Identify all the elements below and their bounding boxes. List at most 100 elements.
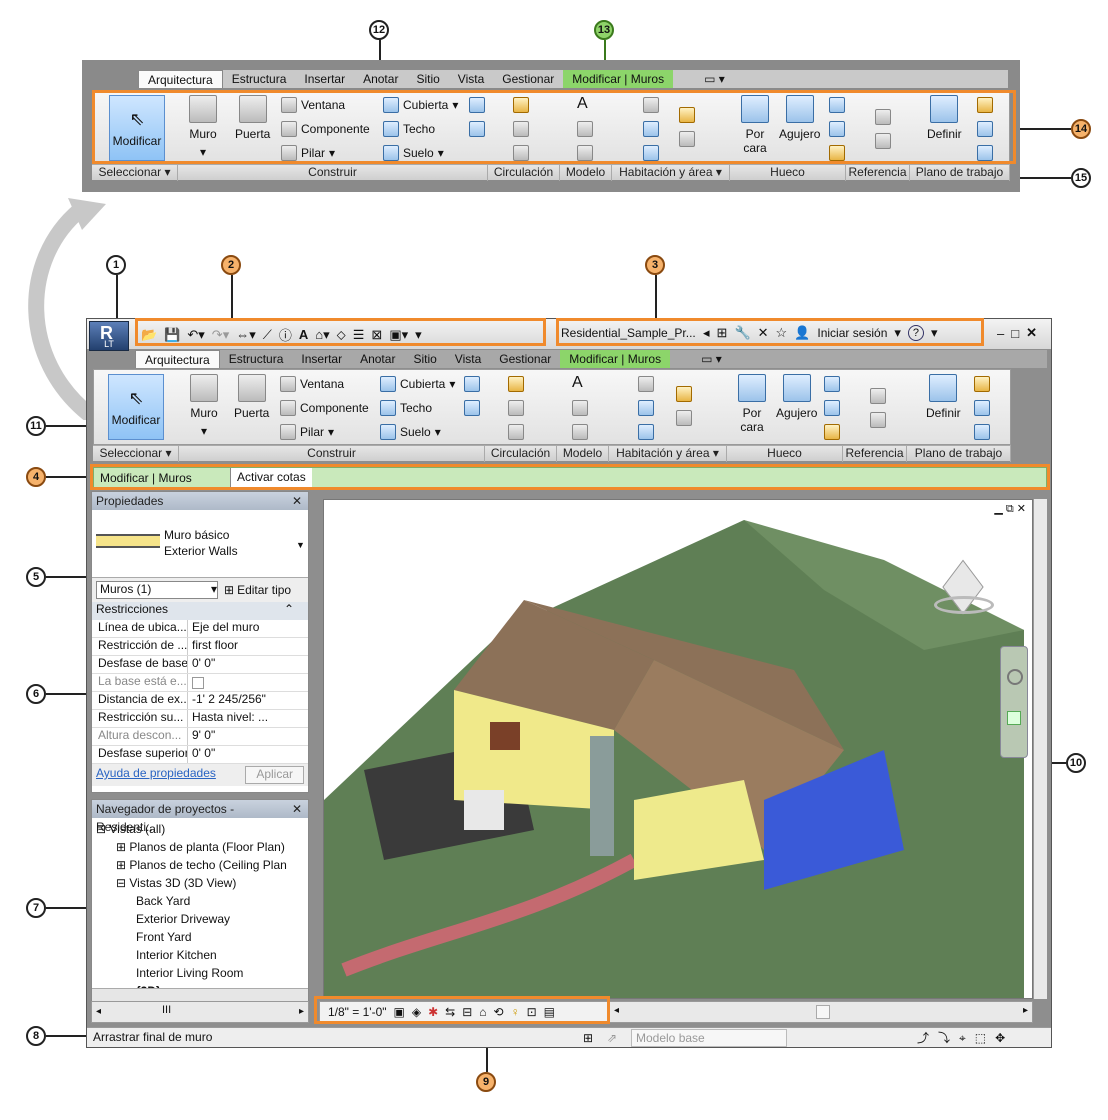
- browser-close-icon[interactable]: ✕: [292, 800, 302, 818]
- main-tab-vista[interactable]: Vista: [446, 350, 490, 368]
- app-menu-button[interactable]: R LT: [89, 321, 129, 351]
- zoom-icon[interactable]: [1007, 711, 1021, 725]
- properties-help-link[interactable]: Ayuda de propiedades: [96, 766, 216, 784]
- browser-tree-item[interactable]: Back Yard: [92, 892, 308, 910]
- main-grid-icon[interactable]: [870, 412, 886, 428]
- browser-tree-item[interactable]: Front Yard: [92, 928, 308, 946]
- steering-wheel-icon[interactable]: [1007, 669, 1023, 685]
- navigation-bar[interactable]: [1000, 646, 1028, 758]
- browser-scroll-controls[interactable]: ◂ III ▸: [91, 1001, 309, 1023]
- maximize-icon[interactable]: □: [1011, 326, 1019, 341]
- drawing-area[interactable]: ▁ ⧉ ✕: [323, 499, 1033, 999]
- main-tab-gestionar[interactable]: Gestionar: [490, 350, 560, 368]
- main-panel-select[interactable]: Seleccionar ▾: [93, 446, 179, 462]
- expand-toggle-icon[interactable]: ⊞: [116, 858, 129, 872]
- main-area-boundary-icon[interactable]: [676, 410, 692, 426]
- property-row[interactable]: Desfase superior 0' 0": [92, 746, 308, 764]
- main-panel-room-area[interactable]: Habitación y área ▾: [609, 446, 727, 462]
- view-cube[interactable]: [934, 559, 994, 622]
- ribbon-toggle-icon[interactable]: ▭ ▾: [695, 70, 734, 88]
- main-wall-button[interactable]: Muro ▾: [190, 374, 218, 438]
- tab-vista[interactable]: Vista: [449, 70, 493, 88]
- select-links-icon[interactable]: ⤴: [917, 1029, 929, 1048]
- close-icon[interactable]: ✕: [1026, 325, 1037, 341]
- main-tab-estructura[interactable]: Estructura: [220, 350, 293, 368]
- drag-elements-icon[interactable]: ✥: [995, 1029, 1005, 1048]
- expand-toggle-icon[interactable]: ⊞: [116, 840, 129, 854]
- main-floor-button[interactable]: Suelo ▾: [380, 424, 441, 440]
- select-by-face-icon[interactable]: ⬚: [975, 1029, 986, 1048]
- main-model-group-icon[interactable]: [572, 424, 588, 440]
- property-value[interactable]: 0' 0": [188, 746, 308, 763]
- browser-tree-item[interactable]: ⊟ Vistas 3D (3D View): [92, 874, 308, 892]
- worksets-icon[interactable]: ⊞: [583, 1029, 593, 1048]
- tab-sitio[interactable]: Sitio: [407, 70, 448, 88]
- main-room-icon[interactable]: [638, 376, 654, 392]
- property-value[interactable]: first floor: [188, 638, 308, 655]
- main-model-line-icon[interactable]: [572, 400, 588, 416]
- browser-tree-item[interactable]: Interior Living Room: [92, 964, 308, 982]
- main-window-button[interactable]: Ventana: [280, 376, 344, 392]
- property-row[interactable]: Línea de ubica... Eje del muro: [92, 620, 308, 638]
- property-value[interactable]: 0' 0": [188, 656, 308, 673]
- property-row[interactable]: Altura descon... 9' 0": [92, 728, 308, 746]
- tab-anotar[interactable]: Anotar: [354, 70, 407, 88]
- tab-estructura[interactable]: Estructura: [223, 70, 296, 88]
- main-model-text-icon[interactable]: A: [572, 374, 583, 392]
- property-row[interactable]: Distancia de ex... -1' 2 245/256": [92, 692, 308, 710]
- main-tab-modificar-muros[interactable]: Modificar | Muros: [560, 350, 671, 368]
- main-mullion-icon[interactable]: [464, 400, 480, 416]
- main-component-button[interactable]: Componente: [280, 400, 369, 416]
- 3d-house-model[interactable]: [324, 500, 1033, 999]
- browser-hscrollbar[interactable]: [92, 988, 308, 1002]
- main-set-workplane-button[interactable]: Definir: [926, 374, 961, 420]
- apply-button[interactable]: Aplicar: [245, 766, 304, 784]
- type-selector[interactable]: Muro básico Exterior Walls ▼: [92, 510, 308, 578]
- view-restore-icon[interactable]: ⧉: [1006, 503, 1014, 515]
- main-ribbon-toggle-icon[interactable]: ▭ ▾: [692, 350, 731, 368]
- main-ref-plane-icon[interactable]: [974, 400, 990, 416]
- main-roof-button[interactable]: Cubierta ▾: [380, 376, 455, 392]
- select-pinned-icon[interactable]: ⌖: [959, 1029, 966, 1048]
- tab-modificar-muros[interactable]: Modificar | Muros: [563, 70, 674, 88]
- instance-filter[interactable]: Muros (1) ▾: [96, 581, 218, 599]
- main-wall-opening-icon[interactable]: [824, 376, 840, 392]
- constraints-header[interactable]: Restricciones ⌃: [92, 602, 308, 620]
- horizontal-scrollbar[interactable]: ◂ ▸: [609, 1001, 1033, 1023]
- main-ceiling-button[interactable]: Techo: [380, 400, 432, 416]
- tab-arquitectura[interactable]: Arquitectura: [138, 70, 223, 88]
- main-railing-icon[interactable]: [508, 376, 524, 392]
- edit-type-button[interactable]: ⊞ Editar tipo: [224, 583, 291, 597]
- checkbox[interactable]: [192, 677, 204, 689]
- property-row[interactable]: Desfase de base 0' 0": [92, 656, 308, 674]
- property-value[interactable]: 9' 0": [188, 728, 308, 745]
- main-room-tag-icon[interactable]: [638, 424, 654, 440]
- main-tab-insertar[interactable]: Insertar: [292, 350, 351, 368]
- main-room-separator-icon[interactable]: [638, 400, 654, 416]
- property-value[interactable]: [188, 674, 308, 691]
- vertical-scrollbar[interactable]: [1033, 499, 1047, 999]
- main-by-face-button[interactable]: Por cara: [734, 374, 770, 434]
- panel-room-area[interactable]: Habitación y área ▾: [612, 165, 730, 181]
- property-row[interactable]: La base está e...: [92, 674, 308, 692]
- browser-tree-item[interactable]: ⊟ Vistas (all): [92, 820, 308, 838]
- design-options-icon[interactable]: ⇗: [607, 1029, 617, 1048]
- main-tab-sitio[interactable]: Sitio: [404, 350, 445, 368]
- main-stair-icon[interactable]: [508, 424, 524, 440]
- select-underlay-icon[interactable]: ⤵: [938, 1029, 950, 1048]
- minimize-icon[interactable]: –: [997, 326, 1004, 341]
- type-dropdown-icon[interactable]: ▼: [296, 540, 305, 550]
- main-tab-arquitectura[interactable]: Arquitectura: [135, 350, 220, 368]
- main-level-icon[interactable]: [870, 388, 886, 404]
- main-viewer-icon[interactable]: [974, 424, 990, 440]
- panel-select[interactable]: Seleccionar ▾: [92, 165, 178, 181]
- main-area-icon[interactable]: [676, 386, 692, 402]
- property-row[interactable]: Restricción su... Hasta nivel: ...: [92, 710, 308, 728]
- view-close-icon[interactable]: ✕: [1017, 503, 1026, 515]
- browser-tree-item[interactable]: Interior Kitchen: [92, 946, 308, 964]
- main-door-button[interactable]: Puerta: [234, 374, 269, 420]
- main-show-workplane-icon[interactable]: [974, 376, 990, 392]
- browser-tree-item[interactable]: ⊞ Planos de planta (Floor Plan): [92, 838, 308, 856]
- design-option-selector[interactable]: Modelo base: [631, 1029, 787, 1047]
- property-value[interactable]: -1' 2 245/256": [188, 692, 308, 709]
